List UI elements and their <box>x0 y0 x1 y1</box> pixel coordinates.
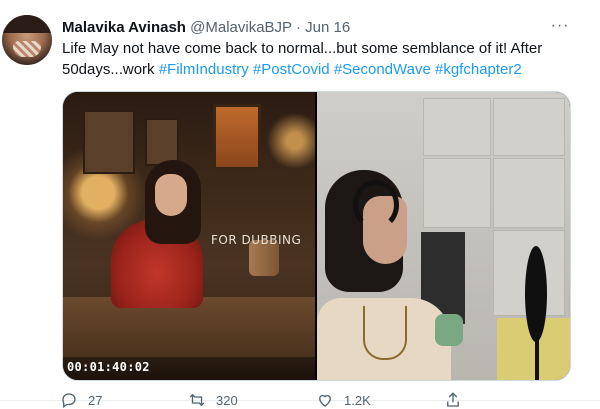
hashtag-link[interactable]: #SecondWave <box>334 61 431 78</box>
retweet-button[interactable]: 320 <box>188 391 238 409</box>
reply-button[interactable]: 27 <box>60 391 102 409</box>
photo-film-still[interactable]: FOR DUBBING 00:01:40:02 <box>63 92 315 380</box>
tweet-text: Life May not have come back to normal...… <box>62 38 572 80</box>
more-options-icon[interactable]: ··· <box>548 18 572 38</box>
video-timecode: 00:01:40:02 <box>67 360 150 374</box>
acoustic-tile <box>423 98 491 156</box>
retweet-count: 320 <box>216 392 238 408</box>
share-button[interactable] <box>444 391 462 409</box>
photo-dubbing-studio[interactable] <box>317 92 570 380</box>
tweet-media[interactable]: FOR DUBBING 00:01:40:02 <box>62 91 571 381</box>
actress-face <box>155 174 187 216</box>
hashtag-link[interactable]: #kgfchapter2 <box>435 61 522 78</box>
hashtag-link[interactable]: #FilmIndustry <box>159 61 249 78</box>
green-headset <box>435 314 463 346</box>
artist-necklace <box>363 306 407 360</box>
author-avatar[interactable] <box>2 15 52 65</box>
hashtag-link[interactable]: #PostCovid <box>253 61 330 78</box>
wall-frame <box>83 110 135 174</box>
author-name[interactable]: Malavika Avinash <box>62 19 186 36</box>
tweet-date[interactable]: Jun 16 <box>305 19 350 36</box>
headphones <box>353 180 399 230</box>
like-count: 1.2K <box>344 392 371 408</box>
pop-filter <box>525 246 547 342</box>
share-icon <box>447 392 459 407</box>
reply-icon <box>62 393 76 409</box>
mic-stand <box>535 338 539 380</box>
retweet-icon <box>189 393 205 407</box>
background-window <box>213 104 261 170</box>
tweet-actions: 27 320 1.2K <box>60 391 560 409</box>
header-separator: · <box>295 19 301 36</box>
avatar-mask <box>13 41 41 57</box>
avatar-hair <box>2 15 52 33</box>
heart-icon <box>319 394 331 407</box>
tweet-header: Malavika Avinash @MalavikaBJP · Jun 16 <box>62 18 350 38</box>
wall-frame <box>145 118 179 166</box>
acoustic-tile <box>423 158 491 228</box>
reply-count: 27 <box>88 392 103 408</box>
like-button[interactable]: 1.2K <box>316 391 371 409</box>
author-handle[interactable]: @MalavikaBJP <box>190 19 292 36</box>
dubbing-overlay-text: FOR DUBBING <box>211 233 302 247</box>
tweet-card[interactable]: Malavika Avinash @MalavikaBJP · Jun 16 ·… <box>0 0 600 409</box>
acoustic-tile <box>493 98 565 156</box>
acoustic-tile <box>493 158 565 228</box>
